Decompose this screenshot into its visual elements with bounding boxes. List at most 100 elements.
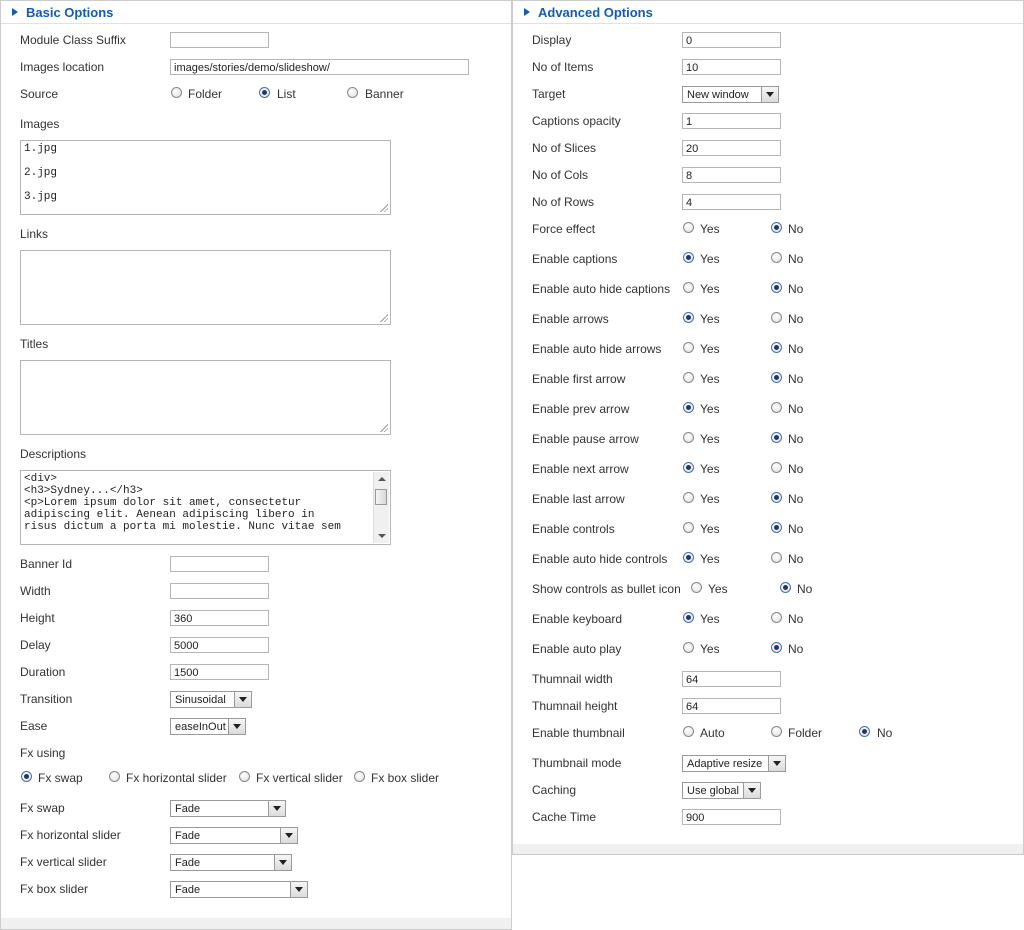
no-of-cols-input[interactable]: 8 xyxy=(682,167,781,183)
chevron-down-icon[interactable] xyxy=(290,882,307,897)
banner-id-input[interactable] xyxy=(170,556,269,572)
enable-pause-arrow-yes-radio[interactable] xyxy=(683,432,694,443)
duration-input[interactable]: 1500 xyxy=(170,664,269,680)
resize-grip-icon[interactable] xyxy=(380,424,388,432)
basic-options-panel: Basic Options Module Class Suffix Images… xyxy=(0,0,512,930)
source-folder-radio[interactable] xyxy=(171,87,182,98)
fx-swap-radio-label: Fx swap xyxy=(38,771,83,785)
enable-first-arrow-yes-radio[interactable] xyxy=(683,372,694,383)
no-of-rows-input[interactable]: 4 xyxy=(682,194,781,210)
chevron-down-icon[interactable] xyxy=(228,719,245,734)
module-class-suffix-input[interactable] xyxy=(170,32,269,48)
thumbnail-auto-radio[interactable] xyxy=(683,726,694,737)
height-input[interactable]: 360 xyxy=(170,610,269,626)
enable-auto-hide-controls-yes-radio[interactable] xyxy=(683,552,694,563)
force-effect-yes-radio[interactable] xyxy=(683,222,694,233)
enable-captions-no-radio[interactable] xyxy=(771,252,782,263)
scroll-up-icon[interactable] xyxy=(378,477,386,481)
enable-pause-arrow-label: Enable pause arrow xyxy=(532,432,639,446)
chevron-down-icon[interactable] xyxy=(268,801,285,816)
fx-horizontal-slider-select[interactable]: Fade xyxy=(170,827,298,844)
enable-captions-yes-radio[interactable] xyxy=(683,252,694,263)
chevron-down-icon[interactable] xyxy=(761,87,778,102)
advanced-options-header[interactable]: Advanced Options xyxy=(513,1,1023,24)
enable-auto-hide-controls-no-radio[interactable] xyxy=(771,552,782,563)
duration-label: Duration xyxy=(20,665,66,679)
enable-auto-play-no-radio[interactable] xyxy=(771,642,782,653)
enable-pause-arrow-no-radio[interactable] xyxy=(771,432,782,443)
enable-arrows-yes-radio[interactable] xyxy=(683,312,694,323)
thumbnail-height-input[interactable]: 64 xyxy=(682,698,781,714)
enable-arrows-no-radio[interactable] xyxy=(771,312,782,323)
links-textarea[interactable] xyxy=(20,250,391,325)
enable-auto-hide-captions-no-radio[interactable] xyxy=(771,282,782,293)
delay-input[interactable]: 5000 xyxy=(170,637,269,653)
enable-last-arrow-no-radio[interactable] xyxy=(771,492,782,503)
enable-auto-hide-arrows-no-radio[interactable] xyxy=(771,342,782,353)
no-of-items-input[interactable]: 10 xyxy=(682,59,781,75)
show-controls-as-bullet-icon-no-radio[interactable] xyxy=(780,582,791,593)
enable-first-arrow-yes-label: Yes xyxy=(700,372,720,386)
thumbnail-mode-select[interactable]: Adaptive resize xyxy=(682,755,786,772)
force-effect-no-label: No xyxy=(788,222,804,236)
scroll-thumb[interactable] xyxy=(375,489,387,505)
source-banner-radio[interactable] xyxy=(347,87,358,98)
enable-first-arrow-no-radio[interactable] xyxy=(771,372,782,383)
fx-swap-select[interactable]: Fade xyxy=(170,800,286,817)
target-select[interactable]: New window xyxy=(682,86,779,103)
width-input[interactable] xyxy=(170,583,269,599)
chevron-down-icon[interactable] xyxy=(768,756,785,771)
images-location-label: Images location xyxy=(20,60,105,74)
resize-grip-icon[interactable] xyxy=(380,204,388,212)
no-of-slices-input[interactable]: 20 xyxy=(682,140,781,156)
images-location-input[interactable]: images/stories/demo/slideshow/ xyxy=(170,59,469,75)
thumbnail-width-input[interactable]: 64 xyxy=(682,671,781,687)
fx-vertical-slider-value: Fade xyxy=(175,857,201,869)
enable-prev-arrow-no-radio[interactable] xyxy=(771,402,782,413)
fx-box-slider-label: Fx box slider xyxy=(20,882,89,896)
enable-auto-hide-captions-yes-radio[interactable] xyxy=(683,282,694,293)
enable-captions-label: Enable captions xyxy=(532,252,618,266)
caching-select[interactable]: Use global xyxy=(682,782,761,799)
captions-opacity-input[interactable]: 1 xyxy=(682,113,781,129)
enable-keyboard-no-radio[interactable] xyxy=(771,612,782,623)
enable-auto-play-yes-radio[interactable] xyxy=(683,642,694,653)
enable-next-arrow-yes-radio[interactable] xyxy=(683,462,694,473)
fx-horizontal-slider-radio[interactable] xyxy=(109,771,120,782)
titles-textarea[interactable] xyxy=(20,360,391,435)
enable-last-arrow-yes-radio[interactable] xyxy=(683,492,694,503)
enable-auto-hide-arrows-yes-radio[interactable] xyxy=(683,342,694,353)
fx-vertical-slider-radio[interactable] xyxy=(239,771,250,782)
scroll-down-icon[interactable] xyxy=(378,534,386,538)
fx-box-slider-radio[interactable] xyxy=(354,771,365,782)
force-effect-no-radio[interactable] xyxy=(771,222,782,233)
source-list-radio[interactable] xyxy=(259,87,270,98)
descriptions-textarea[interactable]: <div> <h3>Sydney...</h3> <p>Lorem ipsum … xyxy=(20,470,391,545)
titles-label: Titles xyxy=(20,337,49,351)
fx-vertical-slider-select[interactable]: Fade xyxy=(170,854,292,871)
images-textarea[interactable]: 1.jpg 2.jpg 3.jpg xyxy=(20,140,391,215)
fx-swap-radio[interactable] xyxy=(21,771,32,782)
chevron-down-icon[interactable] xyxy=(743,783,760,798)
enable-arrows-label: Enable arrows xyxy=(532,312,609,326)
fx-box-slider-select[interactable]: Fade xyxy=(170,881,308,898)
enable-next-arrow-no-radio[interactable] xyxy=(771,462,782,473)
display-input[interactable]: 0 xyxy=(682,32,781,48)
thumbnail-folder-radio[interactable] xyxy=(771,726,782,737)
enable-controls-yes-radio[interactable] xyxy=(683,522,694,533)
chevron-down-icon[interactable] xyxy=(280,828,297,843)
show-controls-as-bullet-icon-yes-radio[interactable] xyxy=(691,582,702,593)
enable-keyboard-yes-radio[interactable] xyxy=(683,612,694,623)
enable-controls-no-radio[interactable] xyxy=(771,522,782,533)
cache-time-input[interactable]: 900 xyxy=(682,809,781,825)
enable-auto-play-label: Enable auto play xyxy=(532,642,622,656)
ease-select[interactable]: easeInOut xyxy=(170,718,246,735)
basic-options-header[interactable]: Basic Options xyxy=(1,1,511,24)
descriptions-scrollbar[interactable] xyxy=(373,472,389,543)
transition-select[interactable]: Sinusoidal xyxy=(170,691,252,708)
chevron-down-icon[interactable] xyxy=(274,855,291,870)
thumbnail-no-radio[interactable] xyxy=(859,726,870,737)
resize-grip-icon[interactable] xyxy=(380,314,388,322)
chevron-down-icon[interactable] xyxy=(234,692,251,707)
enable-prev-arrow-yes-radio[interactable] xyxy=(683,402,694,413)
